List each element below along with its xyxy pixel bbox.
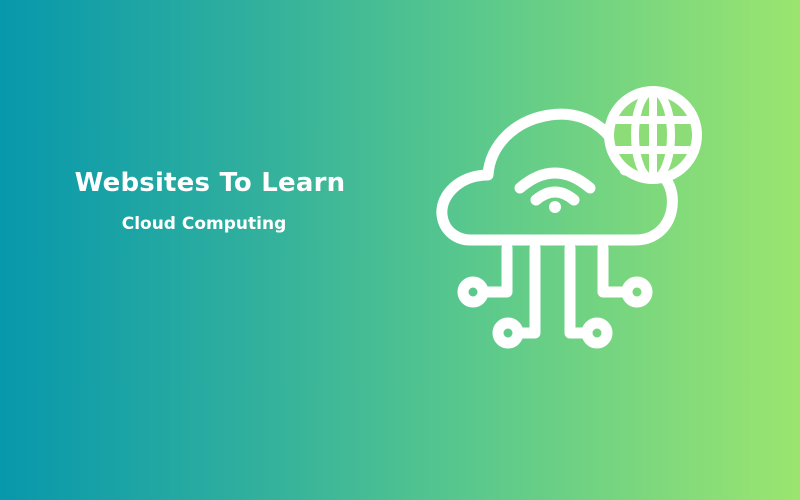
node-left-icon [457, 276, 489, 308]
wifi-dot-icon [549, 201, 561, 213]
banner: Websites To Learn Cloud Computing [0, 0, 800, 500]
cloud-network-svg [436, 86, 702, 349]
connector-right-icon [597, 242, 632, 298]
cloud-network-icon [420, 70, 720, 360]
node-mid-left-icon [492, 317, 524, 349]
connector-mid-right-icon [564, 242, 591, 339]
banner-title: Websites To Learn [74, 168, 346, 198]
globe-icon [604, 86, 702, 184]
wifi-inner-arc-icon [530, 186, 580, 206]
wifi-outer-arc-icon [514, 167, 596, 194]
node-right-icon [621, 276, 653, 308]
banner-subtitle: Cloud Computing [121, 214, 287, 234]
node-mid-right-icon [581, 317, 613, 349]
connector-mid-left-icon [514, 242, 541, 339]
connector-left-icon [478, 242, 513, 298]
